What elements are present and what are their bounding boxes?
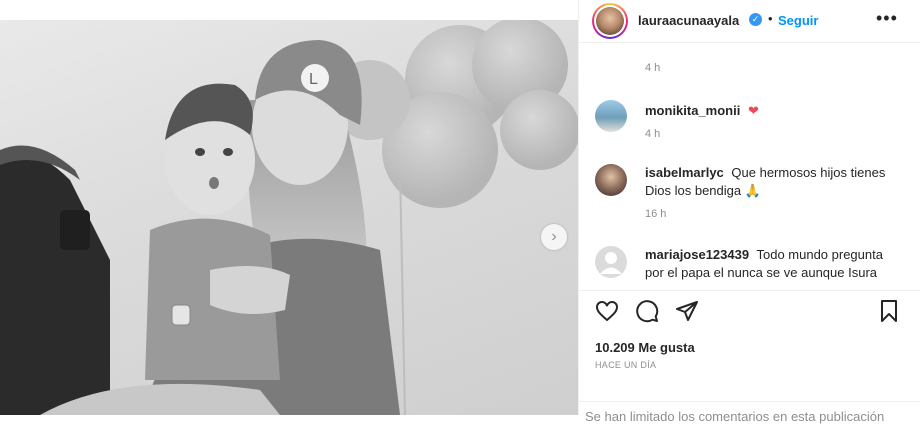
likes-count[interactable]: 10.209 Me gusta xyxy=(595,340,695,355)
comments-limited-notice: Se han limitado los comentarios en esta … xyxy=(579,401,920,431)
comment-username[interactable]: isabelmarlyc xyxy=(645,165,724,180)
comment-avatar[interactable] xyxy=(595,246,627,278)
post-header: lauraacunaayala ✓ • Seguir ••• xyxy=(579,0,920,43)
photo-illustration: L xyxy=(0,20,578,415)
comment-item: 4 h xyxy=(595,42,905,74)
svg-text:L: L xyxy=(309,71,318,88)
avatar-image xyxy=(596,7,624,35)
comment-icon[interactable] xyxy=(635,299,659,323)
verified-badge-icon: ✓ xyxy=(749,13,762,26)
heart-icon[interactable] xyxy=(595,299,619,323)
share-icon[interactable] xyxy=(675,299,699,323)
comment-item: isabelmarlyc Que hermosos hijos tienes D… xyxy=(595,164,905,228)
post-actions-bar xyxy=(579,290,920,329)
author-username[interactable]: lauraacunaayala xyxy=(638,13,739,28)
comment-time: 16 h xyxy=(645,208,667,220)
comment-avatar[interactable] xyxy=(595,100,627,132)
comment-avatar[interactable] xyxy=(595,164,627,196)
post-side-panel: lauraacunaayala ✓ • Seguir ••• 4 h monik… xyxy=(578,0,920,424)
comment-username[interactable]: monikita_monii xyxy=(645,103,740,118)
avatar[interactable] xyxy=(592,3,628,39)
comment-item: mariajose123439 Todo mundo pregunta por … xyxy=(595,246,905,290)
follow-button[interactable]: Seguir xyxy=(778,13,818,28)
comment-time: 4 h xyxy=(645,128,661,140)
separator-dot: • xyxy=(768,11,773,26)
post-timestamp[interactable]: HACE UN DÍA xyxy=(595,360,656,370)
chevron-right-icon: › xyxy=(551,228,557,245)
comments-list[interactable]: 4 h monikita_monii ❤ 4 h isabelmarlyc Qu… xyxy=(579,42,920,290)
comment-time: 4 h xyxy=(645,62,661,74)
heart-emoji: ❤ xyxy=(747,103,759,118)
comments-limited-text: Se han limitado los comentarios en esta … xyxy=(585,409,885,424)
post-photo[interactable]: L › xyxy=(0,20,578,415)
bookmark-icon[interactable] xyxy=(877,299,901,323)
next-photo-button[interactable]: › xyxy=(541,224,567,250)
comment-username[interactable]: mariajose123439 xyxy=(645,247,749,262)
default-avatar-icon xyxy=(600,252,622,274)
comment-item: monikita_monii ❤ 4 h xyxy=(595,100,905,148)
more-options-icon[interactable]: ••• xyxy=(876,8,898,29)
